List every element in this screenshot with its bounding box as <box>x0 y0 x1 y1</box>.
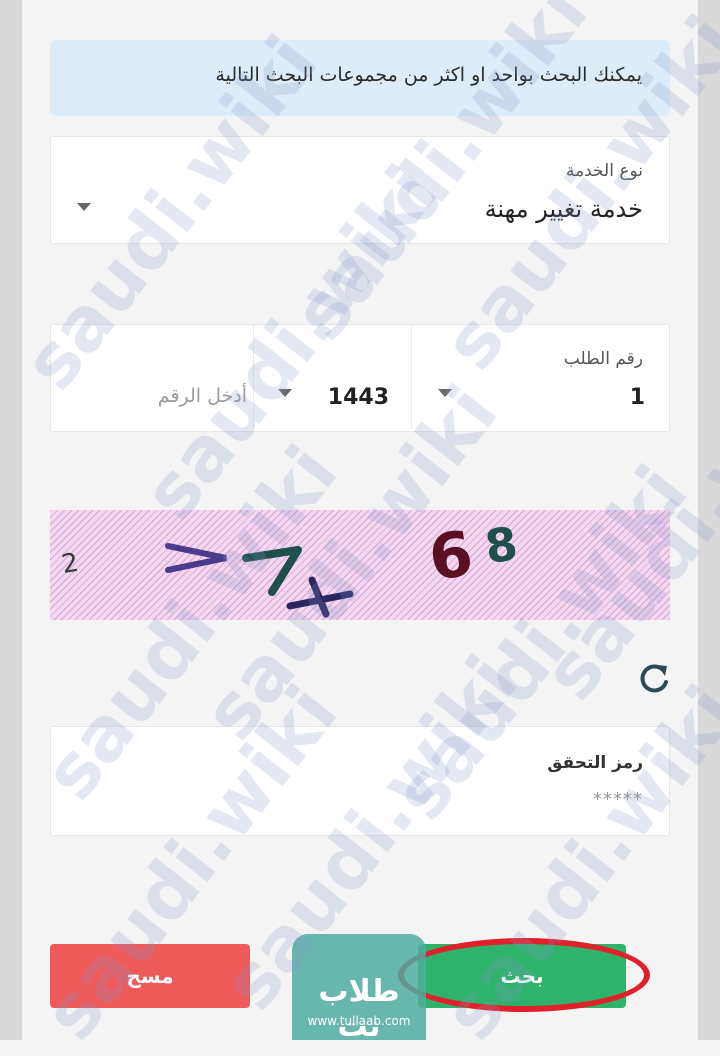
search-button[interactable]: بحث <box>418 944 626 1008</box>
svg-text:8: 8 <box>482 516 521 574</box>
refresh-icon[interactable] <box>636 660 672 696</box>
left-frame <box>0 0 22 1040</box>
chevron-down-icon <box>438 389 452 397</box>
request-number-input[interactable]: أدخل الرقم <box>51 325 253 429</box>
year-value: 1443 <box>327 385 389 410</box>
service-type-label: نوع الخدمة <box>565 161 643 181</box>
info-banner: يمكنك البحث بواحد او اكثر من مجموعات الب… <box>50 40 670 116</box>
button-gap <box>626 944 670 1008</box>
request-number-placeholder: أدخل الرقم <box>157 385 247 407</box>
svg-text:6: 6 <box>424 517 477 595</box>
logo-url: www.tullaab.com <box>307 1014 411 1028</box>
clear-button[interactable]: مسح <box>50 944 250 1008</box>
captcha-image: 2 6 8 <box>50 510 670 620</box>
chevron-down-icon <box>77 203 91 211</box>
request-type-value: 1 <box>629 385 645 410</box>
svg-text:2: 2 <box>59 548 81 580</box>
verification-code-value: ***** <box>593 789 643 810</box>
service-type-value: خدمة تغيير مهنة <box>484 195 643 223</box>
verification-code-label: رمز التحقق <box>547 753 643 773</box>
right-frame <box>698 0 720 1040</box>
logo-name: طلاب نت <box>318 974 400 1044</box>
site-logo: طلاب نت www.tullaab.com <box>292 934 426 1044</box>
service-type-select[interactable]: نوع الخدمة خدمة تغيير مهنة <box>50 136 670 244</box>
verification-code-field[interactable]: رمز التحقق ***** <box>50 726 670 836</box>
year-select[interactable]: 1443 <box>254 325 411 429</box>
request-number-group: رقم الطلب أدخل الرقم 1443 1 <box>50 324 670 432</box>
info-text: يمكنك البحث بواحد او اكثر من مجموعات الب… <box>215 64 642 86</box>
request-type-select[interactable]: 1 <box>412 325 669 429</box>
chevron-down-icon <box>278 389 292 397</box>
